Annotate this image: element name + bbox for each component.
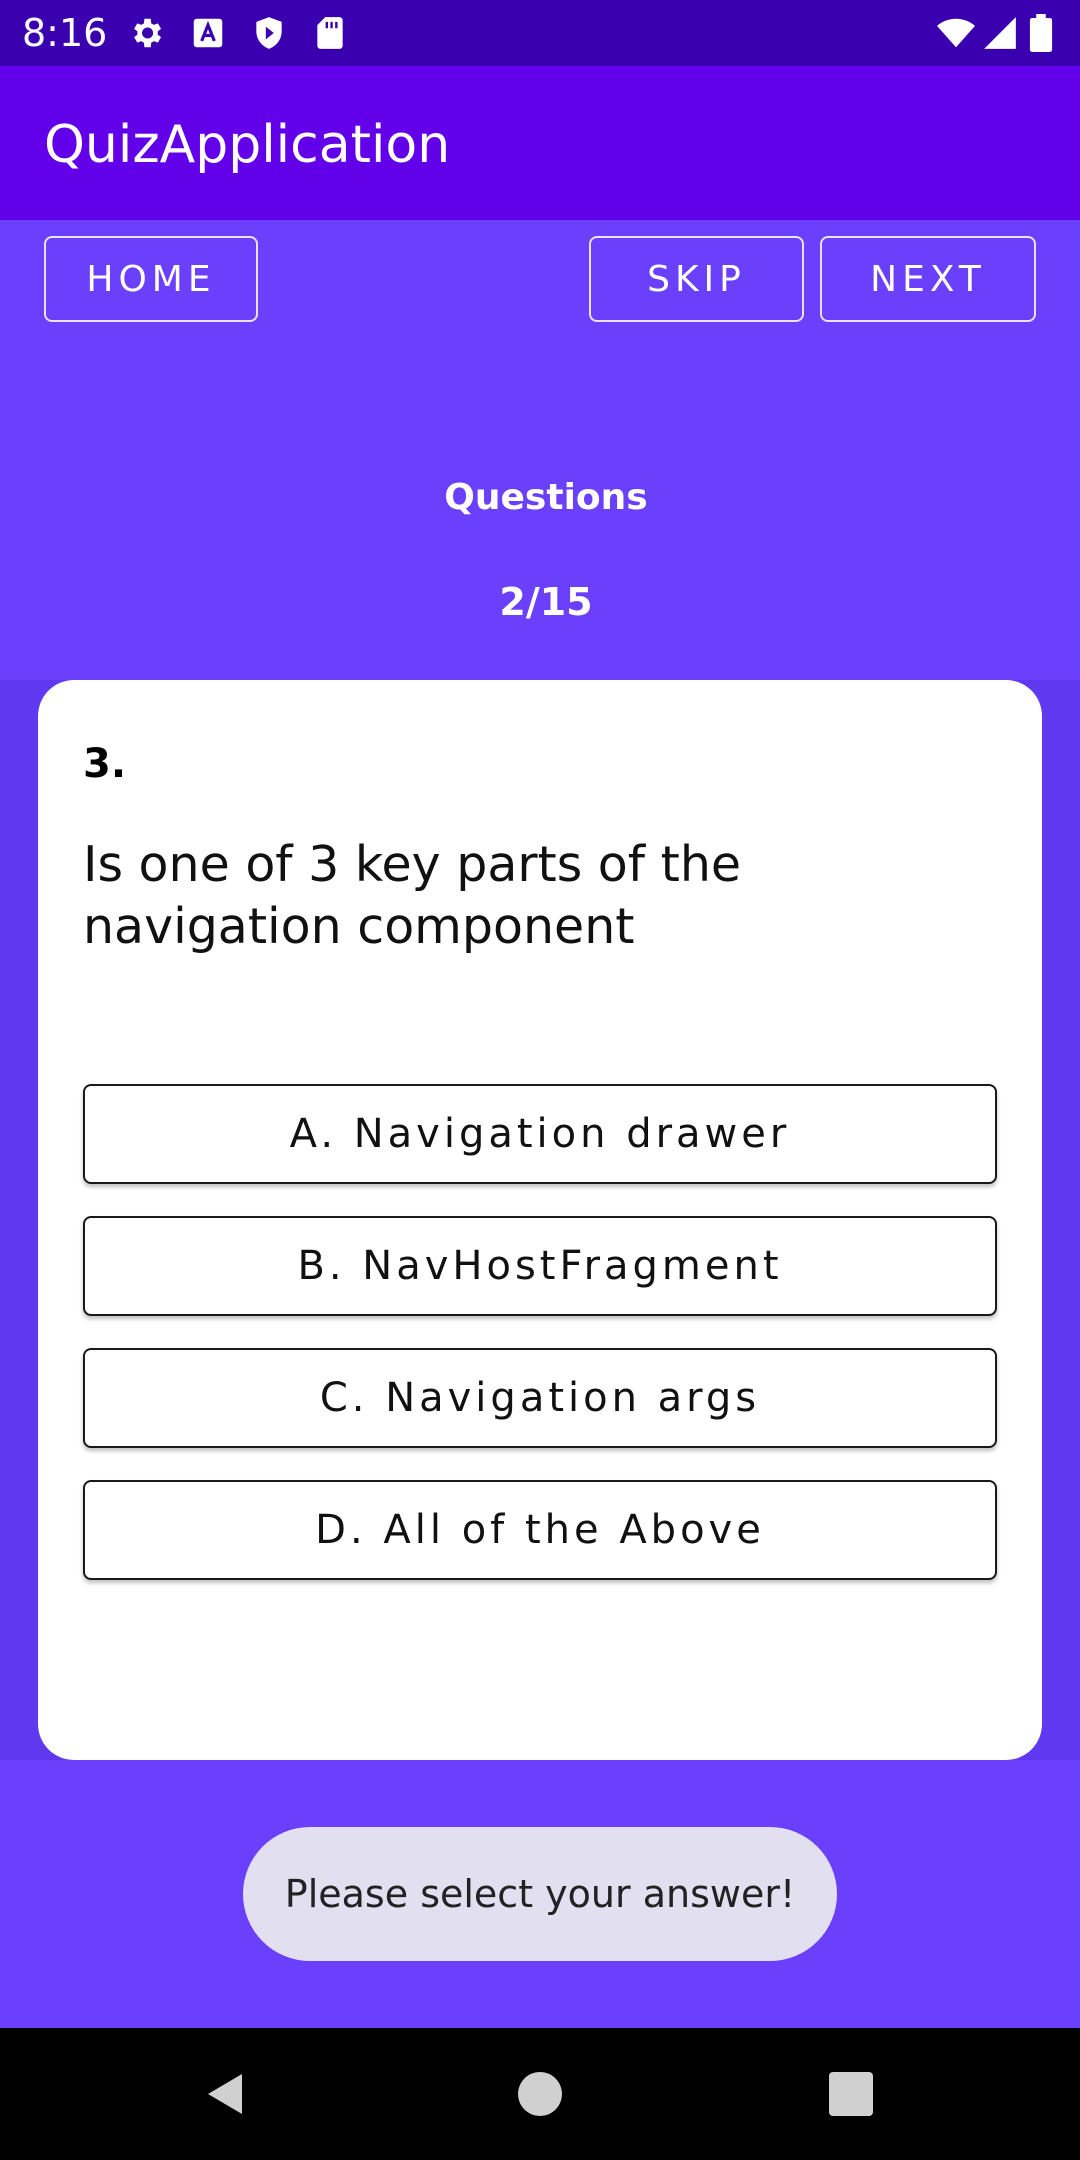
app-title: QuizApplication [44, 115, 451, 175]
question-progress: 2/15 [499, 580, 593, 624]
option-c-button[interactable]: C. Navigation args [83, 1348, 997, 1448]
font-a-icon [189, 14, 227, 52]
play-shield-icon [250, 14, 288, 52]
status-bar: 8:16 [0, 0, 1080, 66]
questions-label: Questions [444, 477, 648, 518]
sd-card-icon [311, 14, 349, 52]
question-number: 3. [83, 741, 127, 787]
status-time: 8:16 [22, 11, 108, 55]
back-icon[interactable] [202, 2070, 250, 2118]
signal-icon [981, 14, 1019, 52]
home-icon[interactable] [516, 2070, 564, 2118]
gear-icon [127, 14, 165, 52]
toast-message: Please select your answer! [243, 1827, 837, 1961]
battery-icon [1028, 14, 1054, 52]
question-text: Is one of 3 key parts of the navigation … [83, 836, 742, 955]
skip-button[interactable]: SKIP [589, 236, 804, 322]
option-a-button[interactable]: A. Navigation drawer [83, 1084, 997, 1184]
recents-icon[interactable] [827, 2070, 875, 2118]
next-button[interactable]: NEXT [820, 236, 1036, 322]
option-b-button[interactable]: B. NavHostFragment [83, 1216, 997, 1316]
home-button[interactable]: HOME [44, 236, 258, 322]
option-d-button[interactable]: D. All of the Above [83, 1480, 997, 1580]
wifi-icon [935, 14, 977, 52]
